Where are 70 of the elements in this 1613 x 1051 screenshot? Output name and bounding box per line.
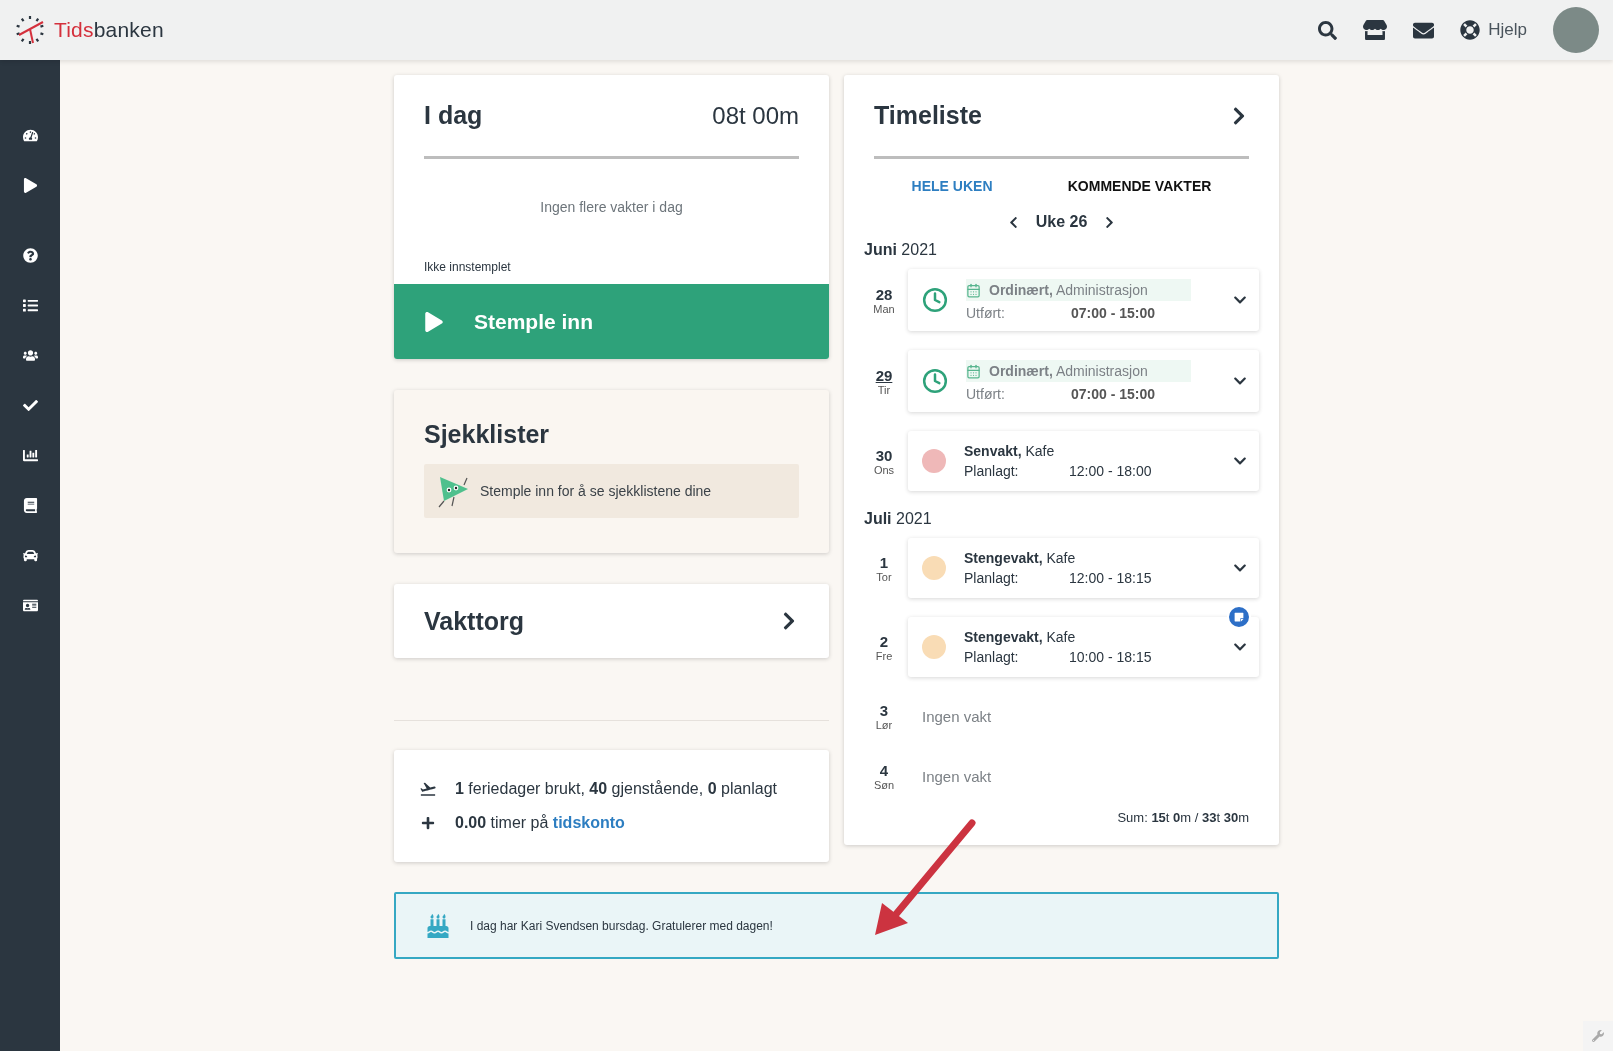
plus-icon xyxy=(421,816,435,830)
store-icon[interactable] xyxy=(1363,18,1388,42)
shift-time-label: Planlagt: xyxy=(964,570,1020,586)
sum-text: Sum: 15t 0m / 33t 30m xyxy=(1116,810,1249,825)
shift-title: Senvakt, Kafe xyxy=(964,443,1055,459)
no-shift-text: Ingen vakt xyxy=(922,767,992,785)
birthday-message: I dag har Kari Svendsen bursdag. Gratulerer med dagen! xyxy=(470,918,773,933)
shift-card[interactable]: Senvakt, Kafe Planlagt: 12:00 - 18:00 xyxy=(908,431,1259,491)
tab[interactable]: HELE UKEN xyxy=(905,177,999,195)
help-button[interactable]: Hjelp xyxy=(1460,20,1527,40)
clock-logo-icon xyxy=(14,14,46,46)
shift-title: Ordinært, Administrasjon xyxy=(989,363,1148,379)
day-number: 3 xyxy=(879,701,889,719)
week-label: Uke 26 xyxy=(1035,213,1088,231)
no-shift-text: Ingen vakt xyxy=(922,707,992,725)
time-account-summary: 0.00 timer på tidskonto xyxy=(455,814,625,832)
weekday-label: Man xyxy=(873,302,895,315)
day-number: 4 xyxy=(879,761,889,779)
shift-time: 07:00 - 15:00 xyxy=(1071,386,1156,402)
shift-time: 07:00 - 15:00 xyxy=(1071,305,1156,321)
shift-time-label: Utført: xyxy=(966,386,1006,402)
shift-card[interactable]: Ordinært, Administrasjon Utført: 07:00 - 15:00 xyxy=(908,269,1259,331)
shift-card[interactable]: Stengevakt, Kafe Planlagt: 10:00 - 18:15 xyxy=(908,617,1259,677)
airplane-icon xyxy=(419,780,437,798)
day-number: 2 xyxy=(879,632,889,650)
clock-icon xyxy=(922,287,948,313)
weekday-label: Fre xyxy=(875,649,893,662)
play-icon xyxy=(424,311,444,332)
time-account-link[interactable]: tidskonto xyxy=(552,814,625,831)
avatar[interactable] xyxy=(1553,7,1599,53)
duration: 08t 00m xyxy=(712,101,799,130)
lifebuoy-icon xyxy=(1460,20,1481,40)
calendar-icon xyxy=(966,363,981,379)
logo-text: Tidsbanken xyxy=(54,18,164,42)
calendar-icon xyxy=(966,282,981,298)
card-title: Sjekklister xyxy=(424,420,551,449)
shift-card[interactable]: Stengevakt, Kafe Planlagt: 12:00 - 18:15 xyxy=(908,538,1259,598)
weekday-label: Ons xyxy=(873,463,895,476)
shift-time-label: Utført: xyxy=(966,305,1006,321)
weekday-label: Tor xyxy=(876,570,892,583)
checklist-message: Stemple inn for å se sjekklistene dine xyxy=(480,483,712,499)
shift-time: 12:00 - 18:15 xyxy=(1069,570,1152,586)
shift-title: Ordinært, Administrasjon xyxy=(989,282,1148,298)
shift-title: Stengevakt, Kafe xyxy=(964,629,1076,645)
shift-time: 10:00 - 18:15 xyxy=(1069,649,1152,665)
vacation-summary: 1 feriedager brukt, 40 gjenstående, 0 planlagt xyxy=(455,780,778,798)
weekday-label: Tir xyxy=(877,383,891,396)
month-label: Juni 2021 xyxy=(864,241,938,259)
shift-card[interactable]: Ordinært, Administrasjon Utført: 07:00 - 15:00 xyxy=(908,350,1259,412)
clock-status: Ikke innstemplet xyxy=(424,260,512,274)
weekday-label: Søn xyxy=(873,778,895,791)
card-title: I dag xyxy=(424,101,483,130)
weekday-label: Lør xyxy=(875,718,893,731)
shift-time-label: Planlagt: xyxy=(964,463,1020,479)
cake-icon xyxy=(426,913,450,938)
shift-time-label: Planlagt: xyxy=(964,649,1020,665)
note-badge-icon[interactable] xyxy=(1227,605,1251,629)
shift-title: Stengevakt, Kafe xyxy=(964,550,1076,566)
search-icon[interactable] xyxy=(1318,20,1338,40)
shift-time: 12:00 - 18:00 xyxy=(1069,463,1152,479)
no-shifts-message: Ingen flere vakter i dag xyxy=(539,198,684,217)
day-number: 1 xyxy=(879,553,889,571)
day-number: 30 xyxy=(875,446,893,464)
tab[interactable]: KOMMENDE VAKTER xyxy=(1061,177,1218,195)
day-number: 28 xyxy=(875,285,893,303)
month-label: Juli 2021 xyxy=(864,510,933,528)
shift-market-card[interactable]: Vakttorg xyxy=(394,584,829,658)
day-number: 29 xyxy=(875,366,893,384)
clock-icon xyxy=(922,368,948,394)
card-title: Timeliste xyxy=(874,101,982,130)
